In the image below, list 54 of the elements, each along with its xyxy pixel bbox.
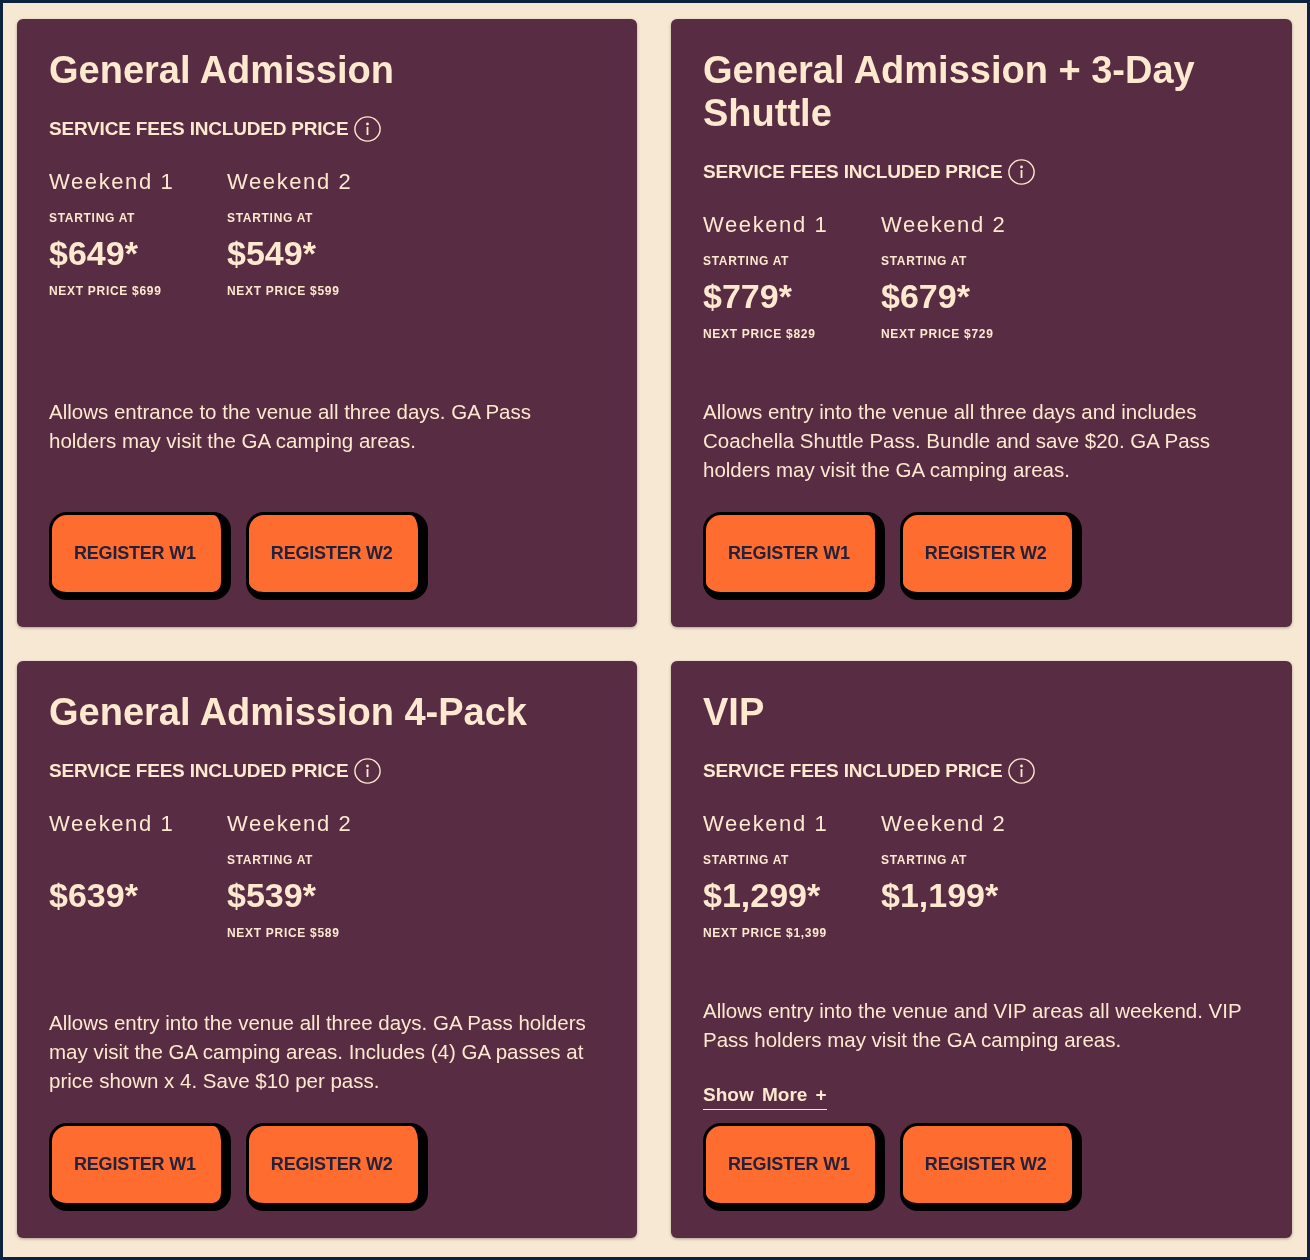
register-button[interactable]: REGISTER W1 [703, 1123, 885, 1211]
description: Allows entry into the venue and VIP areas all weekend. VIP Pass holders may visit the GA camping areas. [703, 998, 1243, 1053]
info-icon[interactable] [1008, 159, 1036, 185]
card-title: General Admission [49, 49, 395, 92]
card-title: VIP [703, 691, 766, 734]
price: $549* [227, 235, 316, 271]
register-button[interactable]: REGISTER W2 [245, 512, 428, 600]
next-price: NEXT PRICE $729 [881, 326, 994, 342]
weekend-label: Weekend 2 [881, 811, 1007, 837]
register-button[interactable]: REGISTER W1 [49, 1123, 231, 1211]
starting-at-label: STARTING AT [703, 253, 790, 269]
starting-at-label: STARTING AT [881, 852, 968, 868]
show-more-link[interactable]: Show More + [703, 1083, 827, 1110]
next-price: NEXT PRICE $699 [49, 283, 162, 299]
price-note: SERVICE FEES INCLUDED PRICE [703, 160, 1003, 184]
next-price: NEXT PRICE $1,399 [703, 925, 827, 941]
starting-at-label: STARTING AT [227, 210, 314, 226]
weekend-label: Weekend 1 [703, 811, 829, 837]
price: $679* [881, 278, 970, 314]
price: $539* [227, 877, 316, 913]
weekend-label: Weekend 2 [227, 169, 353, 195]
starting-at-label: STARTING AT [227, 852, 314, 868]
starting-at-label: STARTING AT [881, 253, 968, 269]
register-button[interactable]: REGISTER W1 [49, 512, 231, 600]
next-price: NEXT PRICE $589 [227, 925, 340, 941]
info-icon[interactable] [1008, 758, 1036, 784]
info-icon[interactable] [354, 758, 382, 784]
register-button[interactable]: REGISTER W2 [899, 1123, 1082, 1211]
register-button[interactable]: REGISTER W2 [245, 1123, 428, 1211]
starting-at-label: STARTING AT [49, 210, 136, 226]
card-title: General Admission + 3-Day Shuttle [703, 49, 1196, 135]
next-price: NEXT PRICE $599 [227, 283, 340, 299]
price: $1,199* [881, 877, 999, 913]
description: Allows entry into the venue all three days and includes Coachella Shuttle Pass. Bundle and save $20. GA Pass holders may visit the GA camping areas. [703, 399, 1212, 483]
price-note: SERVICE FEES INCLUDED PRICE [49, 117, 349, 141]
info-icon[interactable] [354, 116, 382, 142]
price-note: SERVICE FEES INCLUDED PRICE [703, 759, 1003, 783]
register-button[interactable]: REGISTER W2 [899, 512, 1082, 600]
price: $1,299* [703, 877, 821, 913]
card-title: General Admission 4-Pack [49, 691, 528, 734]
weekend-label: Weekend 1 [49, 811, 175, 837]
weekend-label: Weekend 2 [227, 811, 353, 837]
description: Allows entrance to the venue all three days. GA Pass holders may visit the GA camping areas. [49, 399, 533, 454]
price-note: SERVICE FEES INCLUDED PRICE [49, 759, 349, 783]
next-price: NEXT PRICE $829 [703, 326, 816, 342]
price: $649* [49, 235, 138, 271]
weekend-label: Weekend 1 [703, 212, 829, 238]
price: $779* [703, 278, 792, 314]
starting-at-label: STARTING AT [703, 852, 790, 868]
register-button[interactable]: REGISTER W1 [703, 512, 885, 600]
weekend-label: Weekend 2 [881, 212, 1007, 238]
weekend-label: Weekend 1 [49, 169, 175, 195]
description: Allows entry into the venue all three days. GA Pass holders may visit the GA camping areas. Includes (4) GA passes at price shown x 4. Save $10 per pass. [49, 1010, 587, 1094]
price: $639* [49, 877, 138, 913]
